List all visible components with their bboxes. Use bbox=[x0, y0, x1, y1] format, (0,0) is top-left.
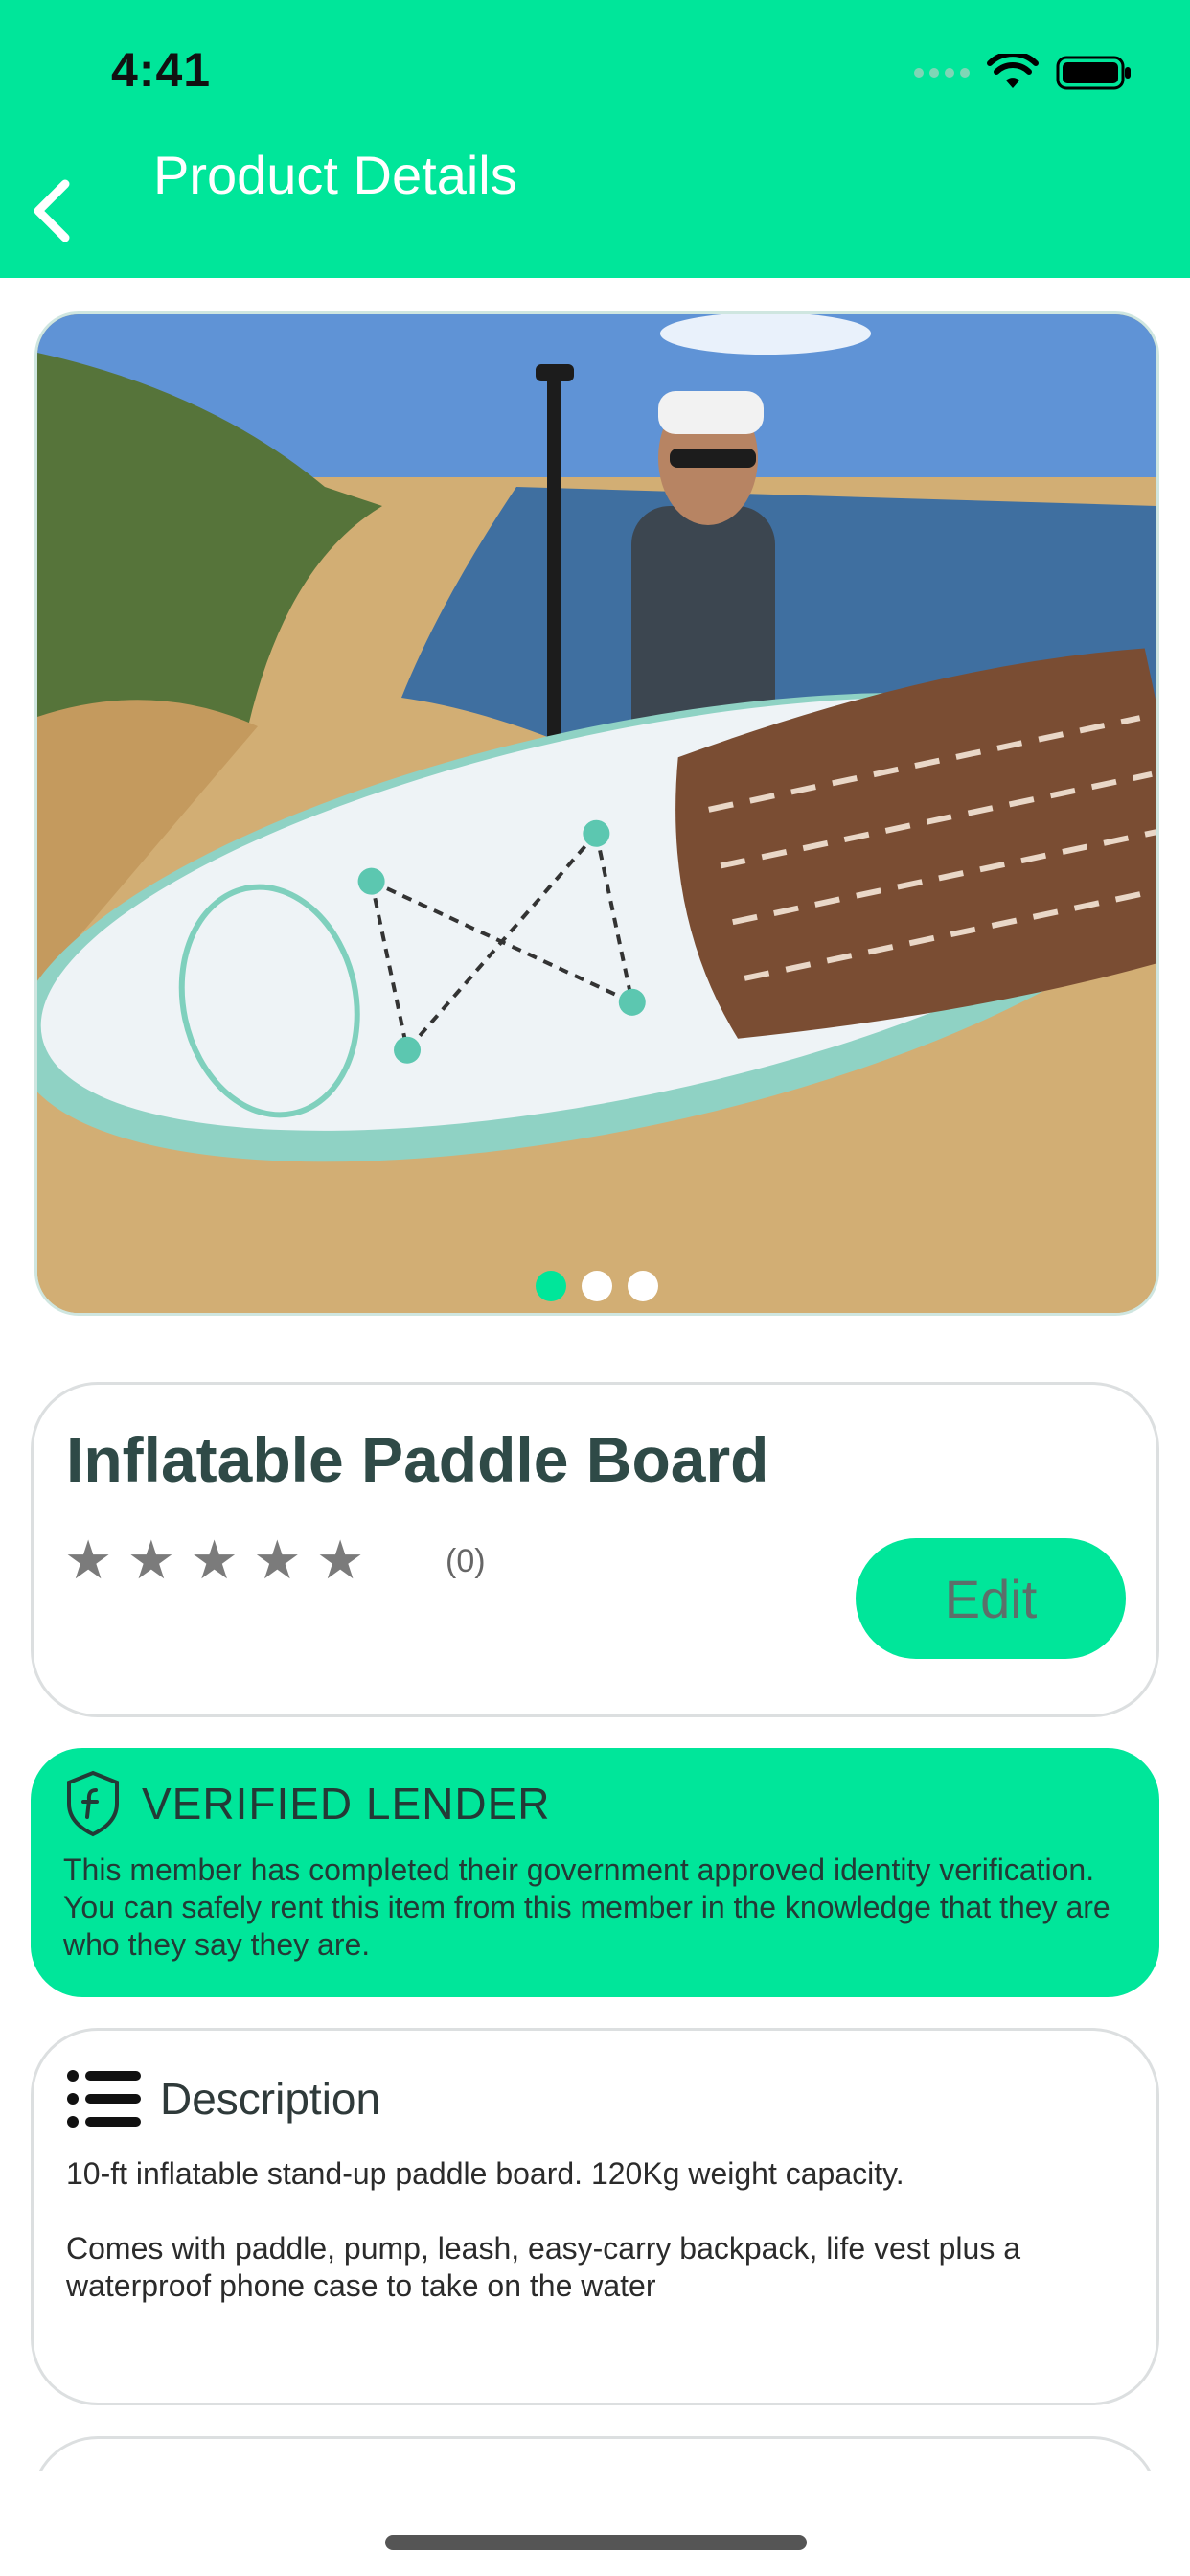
page-title: Product Details bbox=[153, 145, 517, 205]
home-indicator[interactable] bbox=[385, 2535, 807, 2550]
app-header: 4:41 Product Details bbox=[0, 0, 1190, 278]
carousel-page-indicator[interactable] bbox=[37, 1271, 1156, 1301]
wifi-icon bbox=[987, 54, 1039, 88]
description-card: Description 10-ft inflatable stand-up pa… bbox=[31, 2028, 1159, 2405]
status-time: 4:41 bbox=[111, 43, 212, 97]
rating-stars: ★ ★ ★ ★ ★ bbox=[64, 1530, 365, 1590]
bottom-safe-area bbox=[0, 2471, 1190, 2576]
edit-button[interactable]: Edit bbox=[856, 1538, 1126, 1659]
carousel-dot-3[interactable] bbox=[628, 1271, 658, 1301]
battery-icon bbox=[1056, 56, 1131, 90]
description-text: 10-ft inflatable stand-up paddle board. … bbox=[66, 2156, 1021, 2303]
description-title: Description bbox=[160, 2074, 381, 2124]
status-icons bbox=[914, 54, 1133, 92]
back-chevron-icon[interactable] bbox=[19, 172, 86, 249]
cellular-signal-icon bbox=[914, 68, 970, 78]
product-photo bbox=[37, 314, 1156, 1313]
list-icon bbox=[67, 2070, 141, 2128]
carousel-dot-2[interactable] bbox=[582, 1271, 612, 1301]
product-image-carousel[interactable] bbox=[34, 311, 1159, 1316]
verified-description: This member has completed their governme… bbox=[63, 1852, 1110, 1962]
verified-lender-banner: VERIFIED LENDER This member has complete… bbox=[31, 1748, 1159, 1997]
product-title: Inflatable Paddle Board bbox=[66, 1424, 769, 1495]
review-count: (0) bbox=[446, 1543, 486, 1579]
verified-title: VERIFIED LENDER bbox=[142, 1779, 551, 1828]
carousel-dot-1[interactable] bbox=[536, 1271, 566, 1301]
shield-icon bbox=[67, 1770, 119, 1837]
product-summary-card: Inflatable Paddle Board ★ ★ ★ ★ ★ (0) Ed… bbox=[31, 1382, 1159, 1717]
